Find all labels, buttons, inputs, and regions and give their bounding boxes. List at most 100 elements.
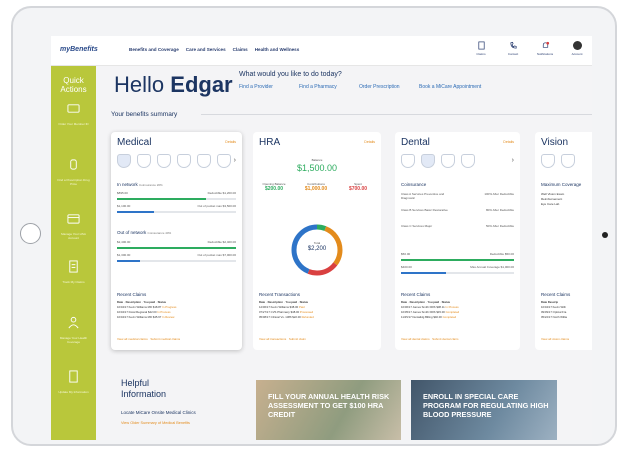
nav-claims[interactable]: Claims [233,47,248,52]
notifications-tool-label: Notifications [536,52,554,56]
quick-actions-sidebar: Quick Actions Order Your Member ID Find … [51,66,96,440]
care-program-banner[interactable]: ENROLL IN SPECIAL CARE PROGRAM FOR REGUL… [411,380,557,440]
main-nav: Benefits and Coverage Care and Services … [129,47,299,52]
nav-care[interactable]: Care and Services [186,47,226,52]
out-network-title: Out of network Coinsurance 40% [117,230,171,235]
vision-coverage-title: Maximum Coverage [541,182,582,187]
out-oop-row: $1,300.00 Out of pocket max $7,000.00 [117,253,236,258]
toolbar-icons: Claims Contact Notifications Account [472,41,586,56]
in-network-tag: Coinsurance 20% [139,183,163,187]
out-network-label: Out of network [117,230,147,235]
submit-medical-claim-link[interactable]: Submit medical claims [150,337,180,341]
member-2[interactable] [561,154,575,168]
account-tool-label: Account [571,52,583,56]
todo-question: What would you like to do today? [239,71,342,78]
in-network-label: In network [117,182,138,187]
sidebar-item-claims[interactable]: Track My Claims [57,260,90,284]
sidebar-item-label: Find a Prescription Drug Price [57,178,90,186]
progress-bar [117,260,236,262]
nav-benefits[interactable]: Benefits and Coverage [129,47,179,52]
top-bar: myBenefits Benefits and Coverage Care an… [51,36,592,66]
progress-bar [401,259,514,261]
sidebar-item-drug-price[interactable]: Find a Prescription Drug Price [57,158,90,186]
nav-health[interactable]: Health and Wellness [255,47,300,52]
app-logo[interactable]: myBenefits [60,46,98,53]
family-selector [541,154,575,168]
submit-dental-claim-link[interactable]: Submit dental claim [432,337,458,341]
member-4[interactable] [461,154,475,168]
out-network-tag: Coinsurance 40% [147,231,172,235]
onsite-clinics-link[interactable]: Locate MiCare Onsite Medical Clinics [121,410,196,415]
medical-details-link[interactable]: Details [225,140,236,144]
vision-recent-title: Recent Claims [541,292,571,297]
table-row[interactable]: 05/08/17 Clinical Vs. 1386 $22.00 Refund… [259,315,314,320]
submit-claim-link[interactable]: Submit claim [289,337,306,341]
user-name: Edgar [170,72,233,97]
helpful-info-title: Helpful Information [121,378,167,399]
link-find-pharmacy[interactable]: Find a Pharmacy [299,84,359,90]
dental-details-link[interactable]: Details [503,140,514,144]
contact-tool-label: Contact [507,52,519,56]
sidebar-item-hsa[interactable]: Manage Your HSA Account [57,212,90,240]
account-tool[interactable]: Account [568,41,586,56]
chevron-right-icon[interactable]: › [234,157,236,164]
quick-actions-title: Quick Actions [60,76,87,94]
hra-balance-label: Balance [311,158,323,162]
in-deductible-row: $895.00 Deductible $1,200.00 [117,191,236,196]
member-2[interactable] [421,154,435,168]
row-label: Deductible $2,400.00 [207,240,236,244]
camera-dot [602,232,608,238]
table-row[interactable]: 10/04/17 Kevin Williams MD $45.67 In Rev… [117,315,176,320]
view-vision-claims-link[interactable]: View all vision claims [541,337,569,341]
claims-tool[interactable]: Claims [472,41,490,56]
recent-transactions-title: Recent Transactions [259,292,301,297]
view-medical-claims-link[interactable]: View all medical claims [117,337,148,341]
avatar-icon [572,41,582,50]
member-family[interactable] [117,154,131,168]
app-screen: myBenefits Benefits and Coverage Care an… [51,36,592,440]
home-button[interactable] [20,223,41,244]
greeting-hello: Hello [114,72,165,97]
member-1[interactable] [137,154,151,168]
link-find-provider[interactable]: Find a Provider [239,84,299,90]
vision-coverage-list: Well Vision Exam Reimbursement Eye Care La… [541,192,565,206]
doctor-icon [68,316,79,329]
sidebar-item-info[interactable]: Update My Information [57,370,90,394]
medical-claims-table: Date · Description · You paid · Status 1… [117,300,176,320]
row-value: $1,300.00 [117,253,131,257]
row-value: $2,400.00 [117,240,131,244]
member-3[interactable] [177,154,191,168]
sidebar-item-label: Manage Your Health Coverage [59,336,88,344]
contact-tool[interactable]: Contact [504,41,522,56]
out-deductible-row: $2,400.00 Deductible $2,400.00 [117,240,236,245]
view-transactions-link[interactable]: View all transactions [259,337,286,341]
member-5[interactable] [217,154,231,168]
sidebar-item-coverage[interactable]: Manage Your Health Coverage [57,316,90,344]
coinsurance-title: Coinsurance [401,182,427,187]
member-3[interactable] [441,154,455,168]
dental-max-row: $400.00 Max Annual Coverage $1,000.00 [401,265,514,269]
link-order-prescription[interactable]: Order Prescription [359,84,419,90]
quick-links: Find a Provider Find a Pharmacy Order Pr… [239,84,499,90]
member-1[interactable] [541,154,555,168]
chevron-right-icon[interactable]: › [512,157,514,164]
hra-title: HRA [259,137,281,148]
member-2[interactable] [157,154,171,168]
dental-title: Dental [401,137,430,148]
table-row[interactable]: 05/22/17 North Willia [541,315,567,320]
claims-tool-label: Claims [476,52,486,56]
dental-card: Dental Details › Coinsurance Class A Ser… [395,132,520,350]
hra-details-link[interactable]: Details [364,140,375,144]
sidebar-item-order-id[interactable]: Order Your Member ID [57,102,90,126]
link-book-appointment[interactable]: Book a MiCare Appointment [419,84,499,90]
coins-row: Class C Services Major 50% After Deductib… [401,224,514,228]
notifications-tool[interactable]: Notifications [536,41,554,56]
older-summary-link[interactable]: View Older Summary of Medical Benefits [121,421,190,425]
view-dental-claims-link[interactable]: View all dental claims [401,337,430,341]
member-4[interactable] [197,154,211,168]
member-1[interactable] [401,154,415,168]
table-row[interactable]: 11/25/17 Dentalidg Billing $40.00 Comple… [401,315,459,320]
divider [201,114,592,115]
dental-recent-title: Recent Claims [401,292,431,297]
hra-assessment-banner[interactable]: FILL YOUR ANNUAL HEALTH RISK ASSESSMENT … [256,380,401,440]
